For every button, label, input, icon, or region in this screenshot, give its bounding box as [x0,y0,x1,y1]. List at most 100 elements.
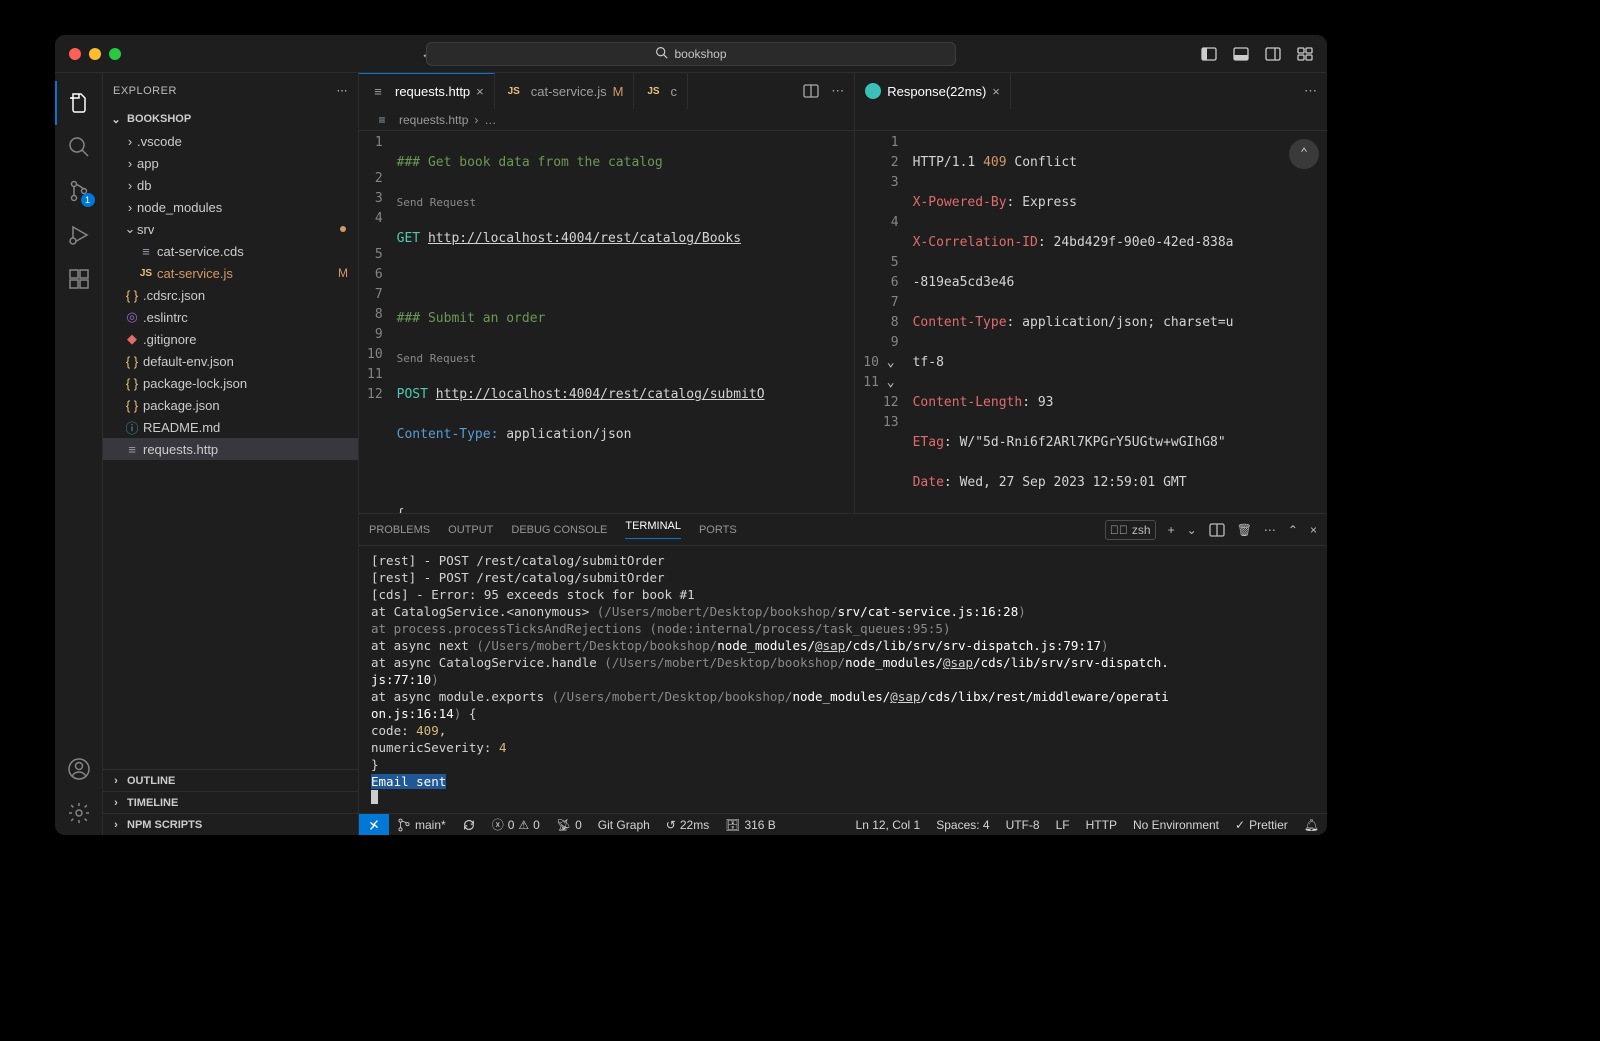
status-environment[interactable]: No Environment [1125,818,1227,832]
file-icon: ≡ [369,84,387,99]
response-editor[interactable]: 123 4 5678910 ⌄11 ⌄1213 HTTP/1.1 409 Con… [855,131,1327,513]
history-icon: ↺ [666,818,676,832]
editor-content[interactable]: 1 234 56789101112 ### Get book data from… [359,131,854,513]
status-branch[interactable]: main* [389,818,454,832]
tree-file-gitignore[interactable]: ◆.gitignore [103,328,358,350]
command-center-text: bookshop [674,47,726,61]
command-center[interactable]: bookshop [426,42,956,66]
eslint-icon: ◎ [123,309,141,325]
kill-terminal-icon[interactable]: 🗑 [1237,523,1252,537]
close-window-button[interactable] [69,48,81,60]
status-lncol[interactable]: Ln 12, Col 1 [848,818,929,832]
scroll-top-button[interactable]: ⌃ [1289,139,1319,169]
tree-folder-db[interactable]: ›db [103,174,358,196]
status-ports[interactable]: 📡︎0 [548,818,590,832]
json-icon: { } [123,398,141,413]
modified-badge: M [338,266,358,280]
title-actions [1201,46,1327,62]
panel-tab-output[interactable]: OUTPUT [448,524,493,536]
status-eol[interactable]: LF [1048,818,1078,832]
layout-bottom-icon[interactable] [1233,46,1249,62]
sidebar-section-outline[interactable]: ›OUTLINE [103,769,358,791]
window-controls [55,48,121,60]
json-icon: { } [123,288,141,303]
layout-customize-icon[interactable] [1297,46,1313,62]
close-panel-icon[interactable]: × [1310,523,1317,537]
activity-extensions[interactable] [55,257,103,301]
close-icon[interactable]: × [992,84,1000,99]
new-terminal-icon[interactable]: + [1168,523,1175,537]
activity-explorer[interactable] [55,81,103,125]
maximize-window-button[interactable] [109,48,121,60]
tree-file-package-lock[interactable]: { }package-lock.json [103,372,358,394]
activity-run[interactable] [55,213,103,257]
tree-file-eslintrc[interactable]: ◎.eslintrc [103,306,358,328]
tab-more-icon[interactable]: ⋯ [831,83,844,99]
status-encoding[interactable]: UTF-8 [998,818,1048,832]
close-icon[interactable]: × [476,84,484,99]
sidebar-section-npm[interactable]: ›NPM SCRIPTS [103,813,358,835]
terminal-dropdown-icon[interactable]: ⌄ [1187,523,1197,537]
terminal[interactable]: [rest] - POST /rest/catalog/submitOrder … [359,546,1327,813]
tree-folder-vscode[interactable]: ›.vscode [103,130,358,152]
code-area[interactable]: HTTP/1.1 409 Conflict X-Powered-By: Expr… [907,131,1327,513]
line-gutter: 123 4 5678910 ⌄11 ⌄1213 [855,131,906,513]
tree-file-cat-service-cds[interactable]: ≡cat-service.cds [103,240,358,262]
breadcrumb[interactable]: ≡ requests.http › … [359,109,854,131]
codelens-send-request[interactable]: Send Request [397,193,847,209]
tree-folder-app[interactable]: ›app [103,152,358,174]
status-language[interactable]: HTTP [1078,818,1125,832]
tree-file-cdsrc[interactable]: { }.cdsrc.json [103,284,358,306]
activity-search[interactable] [55,125,103,169]
tree-file-package[interactable]: { }package.json [103,394,358,416]
tree-file-readme[interactable]: ⓘREADME.md [103,416,358,438]
tree-file-requests-http[interactable]: ≡requests.http [103,438,358,460]
tab-c-temp[interactable]: JS c [634,73,688,109]
split-terminal-icon[interactable] [1209,522,1225,538]
panel-more-icon[interactable]: ⋯ [1264,523,1276,537]
codelens-send-request[interactable]: Send Request [397,349,847,365]
tab-response[interactable]: Response(22ms) × [855,73,1011,109]
tab-cat-service-js[interactable]: JS cat-service.js M [495,73,635,109]
terminal-shell-select[interactable]: ❯⃞zsh [1105,520,1156,540]
status-gitgraph[interactable]: Git Graph [590,818,658,832]
split-editor-icon[interactable] [803,83,819,99]
panel-tab-problems[interactable]: PROBLEMS [369,524,430,536]
chevron-down-icon: ⌄ [109,113,123,126]
status-notifications[interactable]: 🔔︎ [1296,818,1327,832]
tab-more-icon[interactable]: ⋯ [1304,83,1317,99]
tab-label: cat-service.js [531,84,607,99]
js-icon: JS [505,86,523,97]
layout-left-icon[interactable] [1201,46,1217,62]
layout-right-icon[interactable] [1265,46,1281,62]
tab-requests-http[interactable]: ≡ requests.http × [359,73,495,109]
tabs: ≡ requests.http × JS cat-service.js M JS… [359,73,854,109]
activity-accounts[interactable] [55,747,103,791]
maximize-panel-icon[interactable]: ⌃ [1288,523,1298,537]
code-area[interactable]: ### Get book data from the catalog Send … [391,131,855,513]
minimize-window-button[interactable] [89,48,101,60]
status-size[interactable]: 🗄︎316 B [717,818,784,832]
panel-tab-debug[interactable]: DEBUG CONSOLE [511,524,607,536]
tree-file-cat-service-js[interactable]: JScat-service.jsM [103,262,358,284]
status-sync[interactable] [454,818,484,832]
tab-label: Response(22ms) [887,84,986,99]
status-prettier[interactable]: ✓Prettier [1227,818,1296,832]
status-problems[interactable]: ⓧ0 ⚠0 [484,816,548,833]
tree-folder-srv[interactable]: ⌄srv [103,218,358,240]
tree-file-default-env[interactable]: { }default-env.json [103,350,358,372]
sidebar-more-icon[interactable]: ⋯ [337,84,349,97]
activity-settings[interactable] [55,791,103,835]
tab-label: requests.http [395,84,470,99]
sidebar-section-timeline[interactable]: ›TIMELINE [103,791,358,813]
status-spaces[interactable]: Spaces: 4 [928,818,997,832]
editor-group-2: Response(22ms) × ⋯ 123 4 5678910 ⌄11 ⌄12… [855,73,1327,513]
status-roundtrip[interactable]: ↺22ms [658,818,717,832]
remote-button[interactable] [359,814,389,836]
sidebar-folder-header[interactable]: ⌄ BOOKSHOP [103,108,358,130]
panel-tab-ports[interactable]: PORTS [699,524,737,536]
tree-folder-node-modules[interactable]: ›node_modules [103,196,358,218]
file-icon: ≡ [373,113,391,127]
panel-tab-terminal[interactable]: TERMINAL [625,520,681,539]
activity-source-control[interactable]: 1 [55,169,103,213]
